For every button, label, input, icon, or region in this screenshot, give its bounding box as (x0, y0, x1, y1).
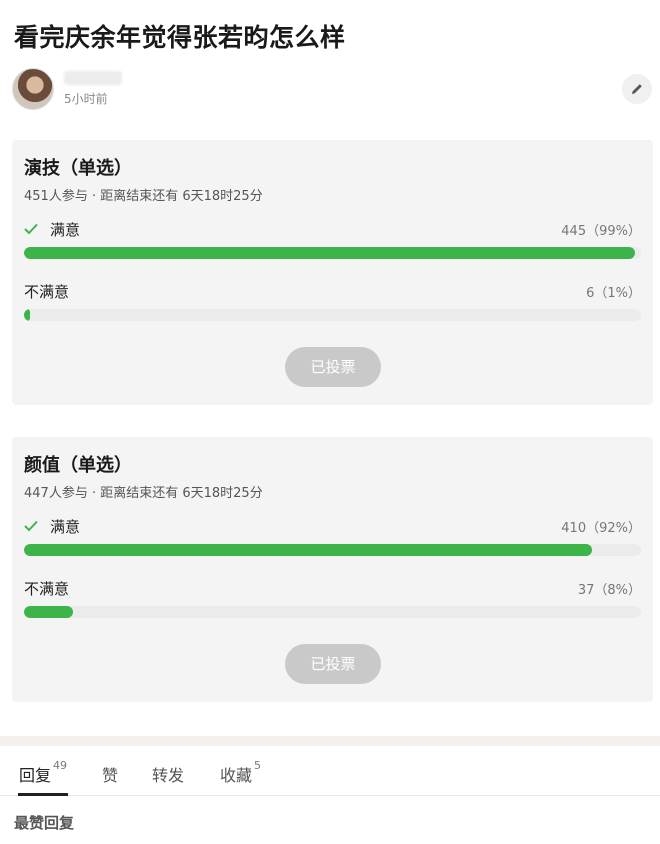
poll-option[interactable]: 不满意 6（1%） (24, 281, 641, 321)
poll-meta: 451人参与 · 距离结束还有 6天18时25分 (24, 189, 263, 204)
progress-fill (24, 544, 592, 556)
edit-button[interactable] (622, 74, 652, 104)
pencil-icon (632, 84, 642, 94)
progress-track (24, 309, 641, 321)
tab-likes[interactable]: 赞 (102, 762, 118, 786)
progress-fill (24, 247, 635, 259)
option-label: 不满意 (24, 282, 70, 301)
poll-card: 演技（单选） 451人参与 · 距离结束还有 6天18时25分 满意 445（9… (12, 140, 653, 405)
tab-bar: 回复49 赞 转发 收藏5 (0, 746, 660, 796)
tab-favorites[interactable]: 收藏5 (220, 759, 262, 786)
progress-track (24, 606, 641, 618)
poll-meta: 447人参与 · 距离结束还有 6天18时25分 (24, 486, 263, 501)
section-heading-top-replies: 最赞回复 (14, 814, 75, 832)
poll-option[interactable]: 不满意 37（8%） (24, 578, 641, 618)
check-icon (24, 520, 38, 532)
tab-replies[interactable]: 回复49 (19, 759, 68, 786)
tab-count: 49 (53, 759, 68, 772)
option-label: 满意 (50, 517, 81, 536)
progress-track (24, 247, 641, 259)
voted-button[interactable]: 已投票 (285, 644, 381, 684)
post-title: 看完庆余年觉得张若昀怎么样 (14, 23, 346, 52)
option-count: 37（8%） (577, 582, 641, 598)
section-divider (0, 736, 660, 746)
active-tab-indicator (18, 793, 68, 796)
option-count: 445（99%） (561, 223, 641, 239)
progress-fill (24, 309, 31, 321)
poll-option[interactable]: 满意 410（92%） (24, 516, 641, 556)
progress-fill (24, 606, 74, 618)
option-label: 满意 (50, 220, 81, 239)
avatar[interactable] (12, 68, 54, 110)
poll-title: 演技（单选） (24, 158, 132, 179)
post-time: 5小时前 (64, 92, 108, 106)
voted-button[interactable]: 已投票 (285, 347, 381, 387)
poll-option[interactable]: 满意 445（99%） (24, 219, 641, 259)
option-count: 6（1%） (586, 285, 641, 301)
poll-card: 颜值（单选） 447人参与 · 距离结束还有 6天18时25分 满意 410（9… (12, 437, 653, 702)
option-count: 410（92%） (561, 520, 641, 536)
poll-title: 颜值（单选） (24, 455, 132, 476)
check-icon (24, 223, 38, 235)
tab-count: 5 (254, 759, 262, 772)
author-name-redacted[interactable] (64, 71, 122, 85)
author-block: 5小时前 (12, 68, 122, 110)
option-label: 不满意 (24, 579, 70, 598)
progress-track (24, 544, 641, 556)
tab-reposts[interactable]: 转发 (152, 762, 184, 786)
